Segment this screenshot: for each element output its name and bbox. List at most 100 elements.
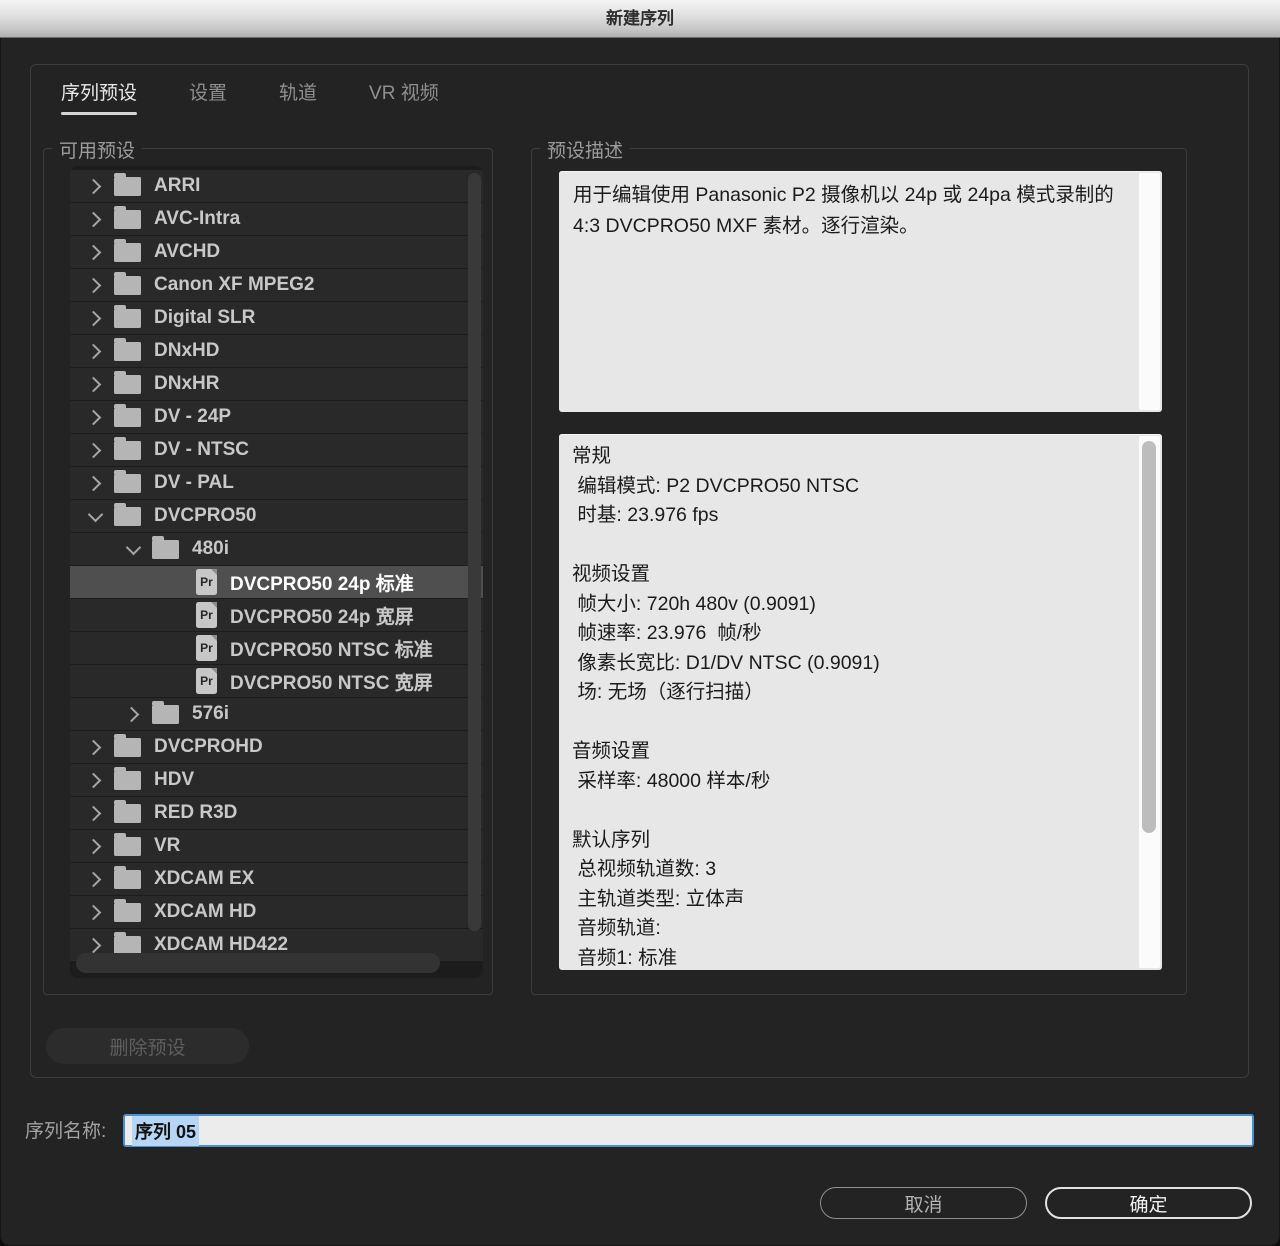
tree-item-DVCPRO50 NTSC 宽屏[interactable]: PrDVCPRO50 NTSC 宽屏 (70, 665, 483, 698)
chevron-right-icon[interactable] (86, 276, 104, 294)
tree-vertical-scrollbar[interactable] (468, 173, 481, 931)
tree-item-label: XDCAM HD (154, 901, 256, 923)
folder-icon (114, 936, 141, 955)
tree-item-label: Digital SLR (154, 307, 255, 329)
tree-item-XDCAM EX[interactable]: XDCAM EX (70, 863, 483, 896)
tree-item-DV - 24P[interactable]: DV - 24P (70, 401, 483, 434)
tree-item-DNxHD[interactable]: DNxHD (70, 335, 483, 368)
chevron-right-icon[interactable] (86, 375, 104, 393)
tree-item-480i[interactable]: 480i (70, 533, 483, 566)
preset-tree-well: ARRI AVC-Intra AVCHD Canon XF MPEG2 Digital … (70, 166, 483, 978)
chevron-right-icon[interactable] (86, 408, 104, 426)
chevron-down-icon[interactable] (86, 507, 104, 525)
preset-tree: ARRI AVC-Intra AVCHD Canon XF MPEG2 Digital … (70, 166, 483, 978)
chevron-right-icon[interactable] (86, 936, 104, 954)
tree-item-DVCPRO50 24p 宽屏[interactable]: PrDVCPRO50 24p 宽屏 (70, 599, 483, 632)
tree-item-576i[interactable]: 576i (70, 698, 483, 731)
ok-button[interactable]: 确定 (1045, 1187, 1252, 1219)
preset-detail-line: 像素长宽比: D1/DV NTSC (0.9091) (572, 649, 1120, 679)
preset-detail-line: 编辑模式: P2 DVCPRO50 NTSC (572, 472, 1120, 502)
title-bar[interactable]: 新建序列 (0, 0, 1280, 38)
chevron-right-icon[interactable] (86, 837, 104, 855)
tab-序列预设[interactable]: 序列预设 (61, 78, 137, 115)
folder-icon (114, 804, 141, 823)
chevron-right-icon[interactable] (86, 771, 104, 789)
preset-detail-line: 常规 (572, 442, 1120, 472)
delete-preset-button[interactable]: 删除预设 (46, 1028, 249, 1064)
premiere-preset-file-icon: Pr (196, 668, 217, 694)
cancel-button[interactable]: 取消 (820, 1187, 1027, 1219)
chevron-right-icon[interactable] (86, 903, 104, 921)
preset-detail-line (572, 796, 1120, 826)
chevron-right-icon[interactable] (86, 870, 104, 888)
tree-item-Digital SLR[interactable]: Digital SLR (70, 302, 483, 335)
folder-icon (114, 474, 141, 493)
folder-icon (114, 738, 141, 757)
tree-item-label: 480i (192, 538, 229, 560)
preset-detail-line: 音频轨道: (572, 914, 1120, 944)
content-panel: 序列预设 设置 轨道 VR 视频 可用预设 ARRI AVC-Intra AVCHD Can… (30, 64, 1249, 1078)
details-scrollbar-thumb[interactable] (1142, 441, 1156, 833)
chevron-right-icon[interactable] (124, 705, 142, 723)
tree-item-AVCHD[interactable]: AVCHD (70, 236, 483, 269)
preset-details-box: 常规 编辑模式: P2 DVCPRO50 NTSC 时基: 23.976 fps… (559, 434, 1162, 970)
sequence-name-input[interactable]: 序列 05 (123, 1114, 1254, 1147)
preset-description-group: 预设描述 用于编辑使用 Panasonic P2 摄像机以 24p 或 24pa… (531, 148, 1187, 995)
chevron-right-icon[interactable] (86, 738, 104, 756)
tab-设置[interactable]: 设置 (189, 78, 227, 115)
tab-VR 视频[interactable]: VR 视频 (369, 78, 439, 115)
preset-detail-line (572, 531, 1120, 561)
premiere-preset-file-icon: Pr (196, 635, 217, 661)
chevron-right-icon[interactable] (86, 342, 104, 360)
chevron-right-icon[interactable] (86, 441, 104, 459)
chevron-right-icon[interactable] (86, 177, 104, 195)
tree-item-DVCPRO50[interactable]: DVCPRO50 (70, 500, 483, 533)
tree-item-DNxHR[interactable]: DNxHR (70, 368, 483, 401)
chevron-right-icon[interactable] (86, 474, 104, 492)
tree-item-DVCPRO50 NTSC 标准[interactable]: Pr DVCPRO50 NTSC 标准 (70, 632, 483, 665)
description-scrollbar-track[interactable] (1139, 173, 1160, 410)
chevron-right-icon[interactable] (86, 243, 104, 261)
tree-item-AVC-Intra[interactable]: AVC-Intra (70, 203, 483, 236)
folder-icon (114, 375, 141, 394)
folder-icon (114, 870, 141, 889)
tree-item-label: AVC-Intra (154, 208, 240, 230)
tree-item-label: DVCPRO50 (154, 505, 256, 527)
chevron-right-icon[interactable] (86, 309, 104, 327)
tree-item-RED R3D[interactable]: RED R3D (70, 797, 483, 830)
folder-icon (114, 309, 141, 328)
tree-item-DV - PAL[interactable]: DV - PAL (70, 467, 483, 500)
tree-item-HDV[interactable]: HDV (70, 764, 483, 797)
details-scrollbar-track[interactable] (1139, 436, 1160, 968)
chevron-right-icon[interactable] (86, 210, 104, 228)
preset-description-legend: 预设描述 (540, 136, 630, 163)
chevron-right-icon[interactable] (86, 804, 104, 822)
preset-description-text: 用于编辑使用 Panasonic P2 摄像机以 24p 或 24pa 模式录制… (573, 180, 1120, 242)
tree-horizontal-scrollbar[interactable] (76, 953, 440, 973)
folder-icon (114, 210, 141, 229)
folder-icon (152, 540, 179, 559)
preset-detail-line: 视频设置 (572, 560, 1120, 590)
tree-item-DV - NTSC[interactable]: DV - NTSC (70, 434, 483, 467)
tree-item-label: HDV (154, 769, 194, 791)
tree-item-XDCAM HD[interactable]: XDCAM HD (70, 896, 483, 929)
tree-item-ARRI[interactable]: ARRI (70, 170, 483, 203)
tree-item-label: DV - NTSC (154, 439, 249, 461)
tree-item-Canon XF MPEG2[interactable]: Canon XF MPEG2 (70, 269, 483, 302)
chevron-down-icon[interactable] (124, 540, 142, 558)
folder-icon (114, 342, 141, 361)
tree-item-label: Canon XF MPEG2 (154, 274, 314, 296)
tab-轨道[interactable]: 轨道 (279, 78, 317, 115)
tree-item-label: DVCPROHD (154, 736, 263, 758)
available-presets-legend: 可用预设 (52, 136, 142, 163)
tree-item-DVCPROHD[interactable]: DVCPROHD (70, 731, 483, 764)
tree-item-label: DNxHD (154, 340, 219, 362)
tree-item-DVCPRO50 24p 标准[interactable]: PrDVCPRO50 24p 标准 (70, 566, 483, 599)
folder-icon (114, 771, 141, 790)
tree-item-label: ARRI (154, 175, 200, 197)
tree-item-VR[interactable]: VR (70, 830, 483, 863)
preset-detail-line: 音频设置 (572, 737, 1120, 767)
tab-bar: 序列预设 设置 轨道 VR 视频 (61, 78, 439, 115)
tree-item-label: DVCPRO50 NTSC 标准 (230, 635, 433, 662)
preset-detail-line: 场: 无场（逐行扫描） (572, 678, 1120, 708)
